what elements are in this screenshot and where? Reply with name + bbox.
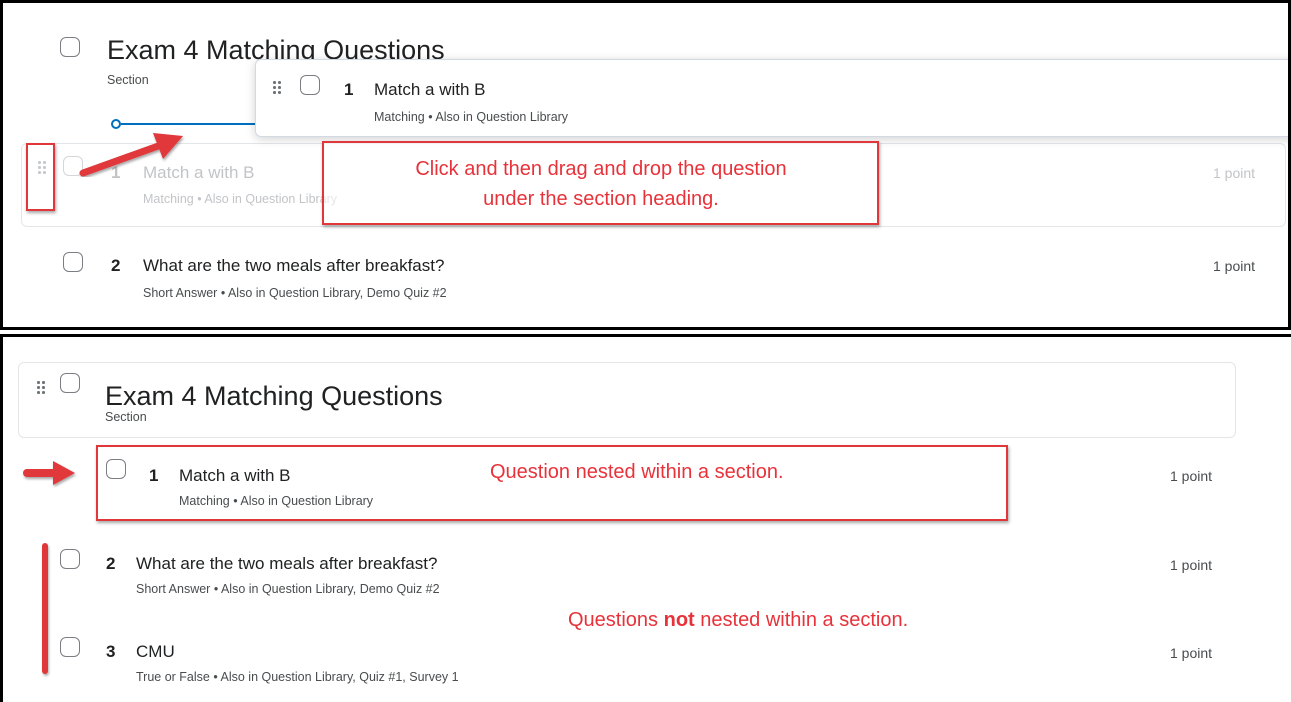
question-number: 1 xyxy=(344,80,354,99)
question-checkbox[interactable] xyxy=(60,549,80,569)
bottom-panel: Exam 4 Matching Questions Section 1 Matc… xyxy=(0,334,1291,702)
instruction-callout xyxy=(322,141,879,225)
question-number: 2 xyxy=(111,256,121,275)
not-nested-note-before: Questions xyxy=(568,609,664,631)
nested-note: Question nested within a section. xyxy=(490,461,784,483)
dragging-question-card[interactable]: 1 Match a with B Matching • Also in Ques… xyxy=(255,59,1288,137)
question-points: 1 point xyxy=(1170,468,1213,484)
question-title[interactable]: CMU xyxy=(136,642,175,662)
drag-handle-icon[interactable] xyxy=(273,81,281,95)
question-title[interactable]: Match a with B xyxy=(374,80,486,100)
ghost-question-meta: Matching • Also in Question Library xyxy=(143,192,338,206)
question-checkbox[interactable] xyxy=(63,252,83,272)
question-meta: Matching • Also in Question Library xyxy=(374,110,569,124)
question-points: 1 point xyxy=(1170,557,1213,573)
question-checkbox[interactable] xyxy=(300,75,320,95)
not-nested-note-bold: not xyxy=(663,609,695,631)
not-nested-bracket xyxy=(42,543,48,674)
arrow-icon xyxy=(23,461,75,485)
not-nested-note: Questions not nested within a section. xyxy=(568,609,908,632)
instruction-line-2: under the section heading. xyxy=(483,188,719,210)
instruction-line-1: Click and then drag and drop the questio… xyxy=(415,158,787,180)
section-checkbox[interactable] xyxy=(60,37,80,57)
question-meta: Short Answer • Also in Question Library,… xyxy=(136,582,440,596)
question-number: 3 xyxy=(106,642,116,661)
arrow-icon xyxy=(79,133,183,177)
question-meta: True or False • Also in Question Library… xyxy=(136,670,459,684)
top-panel: Exam 4 Matching Questions Section 1 Matc… xyxy=(0,0,1291,330)
question-points: 1 point xyxy=(1170,645,1213,661)
question-checkbox[interactable] xyxy=(60,637,80,657)
question-title[interactable]: What are the two meals after breakfast? xyxy=(143,256,444,276)
section-checkbox[interactable] xyxy=(60,373,80,393)
ghost-question-points: 1 point xyxy=(1213,165,1256,181)
section-type-label: Section xyxy=(105,410,147,424)
question-meta: Short Answer • Also in Question Library,… xyxy=(143,286,447,300)
question-points: 1 point xyxy=(1213,258,1256,274)
drag-handle-highlight xyxy=(26,143,55,211)
section-title: Exam 4 Matching Questions xyxy=(105,381,443,411)
question-number: 2 xyxy=(106,554,116,573)
not-nested-note-after: nested within a section. xyxy=(694,609,909,631)
section-type-label: Section xyxy=(107,73,149,87)
question-title[interactable]: What are the two meals after breakfast? xyxy=(136,554,437,574)
drag-handle-icon[interactable] xyxy=(37,381,45,395)
